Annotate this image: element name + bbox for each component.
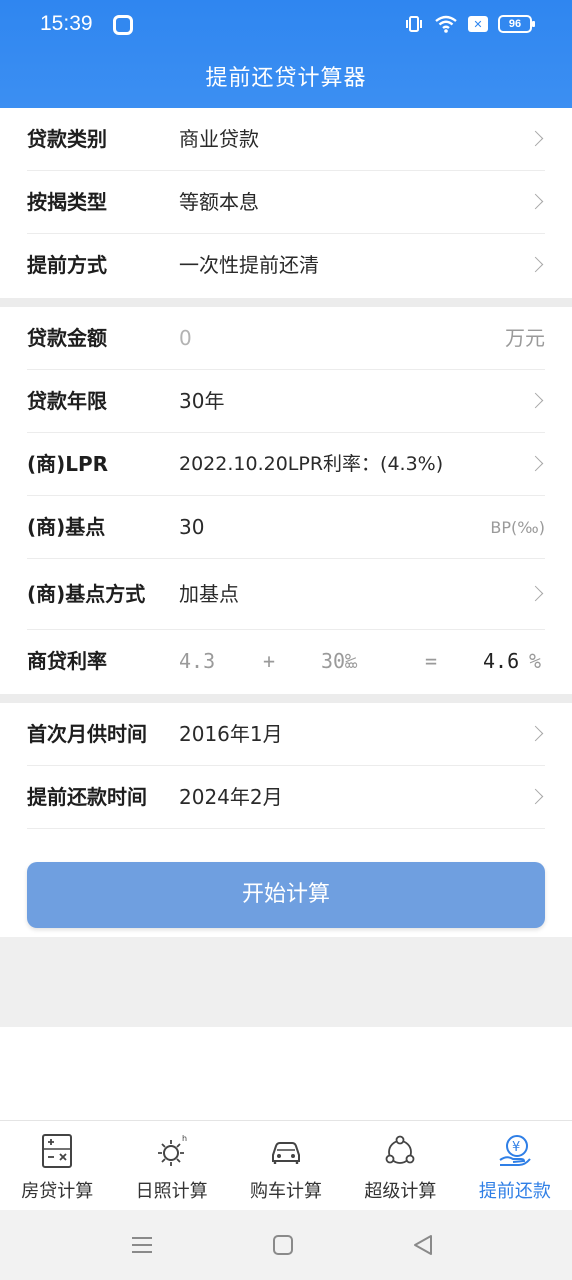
rate-plus: + — [263, 649, 276, 673]
row-label: 贷款类别 — [27, 127, 107, 151]
basis-points-input[interactable]: 30 — [179, 496, 204, 559]
tab-super[interactable]: 超级计算 — [343, 1121, 457, 1210]
basis-points-row: (商)基点 30 BP(‰) — [27, 496, 545, 559]
row-value: 商业贷款 — [179, 127, 259, 151]
chevron-right-icon — [527, 130, 544, 147]
loan-amount-row: 贷款金额 0 万元 — [27, 307, 545, 370]
svg-text:h: h — [182, 1134, 187, 1143]
chevron-right-icon — [527, 455, 544, 472]
rate-result: 4.6 — [483, 649, 520, 673]
row-label: 贷款金额 — [27, 326, 107, 350]
yuan-hand-icon: ¥ — [499, 1135, 531, 1166]
loan-type-group: 贷款类别 商业贷款 按揭类型 等额本息 提前方式 一次性提前还清 — [0, 108, 572, 297]
row-value: 2024年2月 — [179, 785, 283, 809]
rate-formula: 4.3 + 30‱ = 4.6 % — [179, 630, 545, 693]
tab-mortgage[interactable]: 房贷计算 — [0, 1121, 114, 1210]
commercial-rate-row: 商贷利率 4.3 + 30‱ = 4.6 % — [27, 630, 545, 693]
rate-equals: = — [425, 649, 438, 673]
tab-label: 超级计算 — [364, 1181, 437, 1202]
row-label: 首次月供时间 — [27, 722, 147, 746]
prepay-method-row[interactable]: 提前方式 一次性提前还清 — [27, 234, 545, 297]
mortgage-type-row[interactable]: 按揭类型 等额本息 — [27, 171, 545, 234]
row-label: 按揭类型 — [27, 190, 107, 214]
row-label: 商贷利率 — [27, 649, 107, 673]
rate-points: 30‱ — [321, 649, 358, 673]
network-icon — [386, 1135, 415, 1164]
back-icon[interactable] — [412, 1234, 434, 1256]
tab-label: 日照计算 — [135, 1181, 208, 1202]
loan-category-row[interactable]: 贷款类别 商业贷款 — [27, 108, 545, 171]
row-label: (商)LPR — [27, 452, 109, 476]
svg-text:¥: ¥ — [512, 1140, 520, 1155]
page-title: 提前还贷计算器 — [205, 66, 367, 91]
no-sim-icon: ✕ — [468, 16, 488, 32]
sun-icon: h — [157, 1134, 187, 1166]
vibrate-icon — [406, 16, 422, 32]
status-time: 15:39 — [40, 12, 93, 35]
row-label: 提前方式 — [27, 253, 107, 277]
calculator-icon — [42, 1134, 73, 1168]
row-value: 2016年1月 — [179, 722, 283, 746]
status-icons: ✕ 96 — [404, 14, 535, 34]
chevron-right-icon — [527, 585, 544, 602]
battery-icon: 96 — [498, 15, 535, 33]
row-value: 2022.10.20LPR利率：(4.3%) — [179, 453, 444, 475]
loan-amount-input[interactable]: 0 — [179, 307, 192, 370]
tab-prepayment[interactable]: ¥ 提前还款 — [458, 1121, 572, 1210]
row-label: (商)基点 — [27, 515, 106, 539]
chevron-right-icon — [527, 392, 544, 409]
start-calculate-button[interactable]: 开始计算 — [27, 862, 545, 928]
tab-label: 房贷计算 — [21, 1181, 94, 1202]
tab-label: 购车计算 — [250, 1181, 323, 1202]
rate-base: 4.3 — [179, 649, 216, 673]
loan-years-row[interactable]: 贷款年限 30年 — [27, 370, 545, 433]
menu-icon[interactable] — [131, 1234, 153, 1256]
row-value: 30年 — [179, 389, 225, 413]
result-area — [0, 937, 572, 1027]
row-label: 贷款年限 — [27, 389, 107, 413]
time-group: 首次月供时间 2016年1月 提前还款时间 2024年2月 — [0, 703, 572, 829]
home-icon[interactable] — [272, 1234, 294, 1256]
row-label: (商)基点方式 — [27, 582, 146, 606]
row-value: 一次性提前还清 — [179, 253, 319, 277]
wifi-icon — [435, 15, 457, 33]
amount-unit: 万元 — [505, 326, 545, 350]
car-icon — [272, 1142, 301, 1164]
rate-unit: % — [529, 649, 542, 673]
status-bar: 15:39 ✕ 96 — [0, 0, 572, 52]
chevron-right-icon — [527, 193, 544, 210]
chevron-right-icon — [527, 256, 544, 273]
bottom-tab-bar: 房贷计算 h 日照计算 购车计算 超级计算 ¥ 提前还款 — [0, 1120, 572, 1210]
tab-car[interactable]: 购车计算 — [229, 1121, 343, 1210]
section-divider — [0, 298, 572, 307]
basis-unit: BP(‰) — [490, 518, 545, 537]
row-value: 加基点 — [179, 582, 239, 606]
chevron-right-icon — [527, 725, 544, 742]
prepay-time-row[interactable]: 提前还款时间 2024年2月 — [27, 766, 545, 829]
tab-label: 提前还款 — [478, 1181, 551, 1202]
tab-sunlight[interactable]: h 日照计算 — [114, 1121, 228, 1210]
chevron-right-icon — [527, 788, 544, 805]
app-header: 15:39 ✕ 96 提前还贷计算器 — [0, 0, 572, 108]
lpr-row[interactable]: (商)LPR 2022.10.20LPR利率：(4.3%) — [27, 433, 545, 496]
row-value: 等额本息 — [179, 190, 259, 214]
row-label: 提前还款时间 — [27, 785, 147, 809]
basis-mode-row[interactable]: (商)基点方式 加基点 — [27, 559, 545, 630]
app-notification-icon — [113, 15, 133, 35]
first-payment-row[interactable]: 首次月供时间 2016年1月 — [27, 703, 545, 766]
loan-detail-group: 贷款金额 0 万元 贷款年限 30年 (商)LPR 2022.10.20LPR利… — [0, 307, 572, 693]
section-divider — [0, 694, 572, 703]
system-navigation-bar — [0, 1210, 572, 1280]
